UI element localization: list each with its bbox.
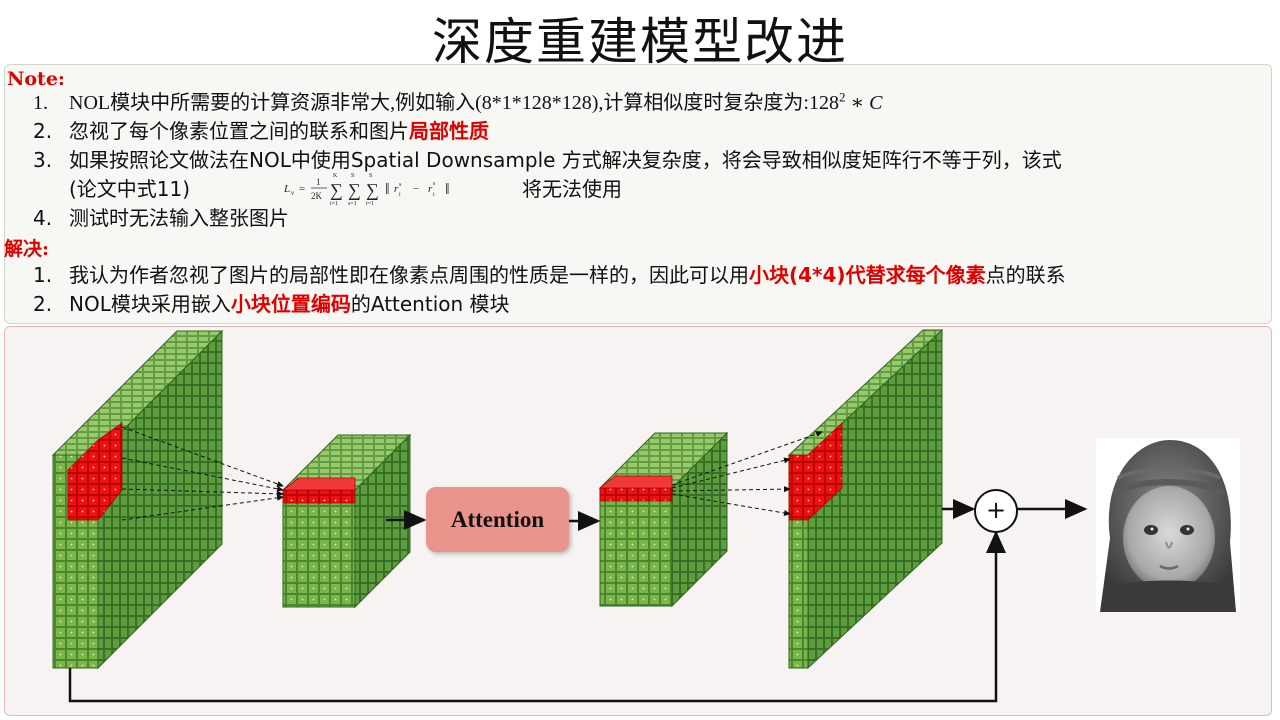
feature-map-reduced-2	[598, 431, 729, 608]
sum-symbol: +	[985, 496, 1007, 524]
patch-row-2	[282, 489, 356, 504]
attention-block: Attention	[426, 487, 569, 552]
patch-row-3	[599, 487, 673, 502]
architecture-diagram	[51, 328, 1088, 703]
output-face-image	[1096, 438, 1240, 612]
face-photo	[1096, 438, 1240, 612]
feature-map-output	[787, 328, 944, 670]
feature-map-input	[51, 329, 224, 670]
attention-label: Attention	[450, 506, 545, 532]
